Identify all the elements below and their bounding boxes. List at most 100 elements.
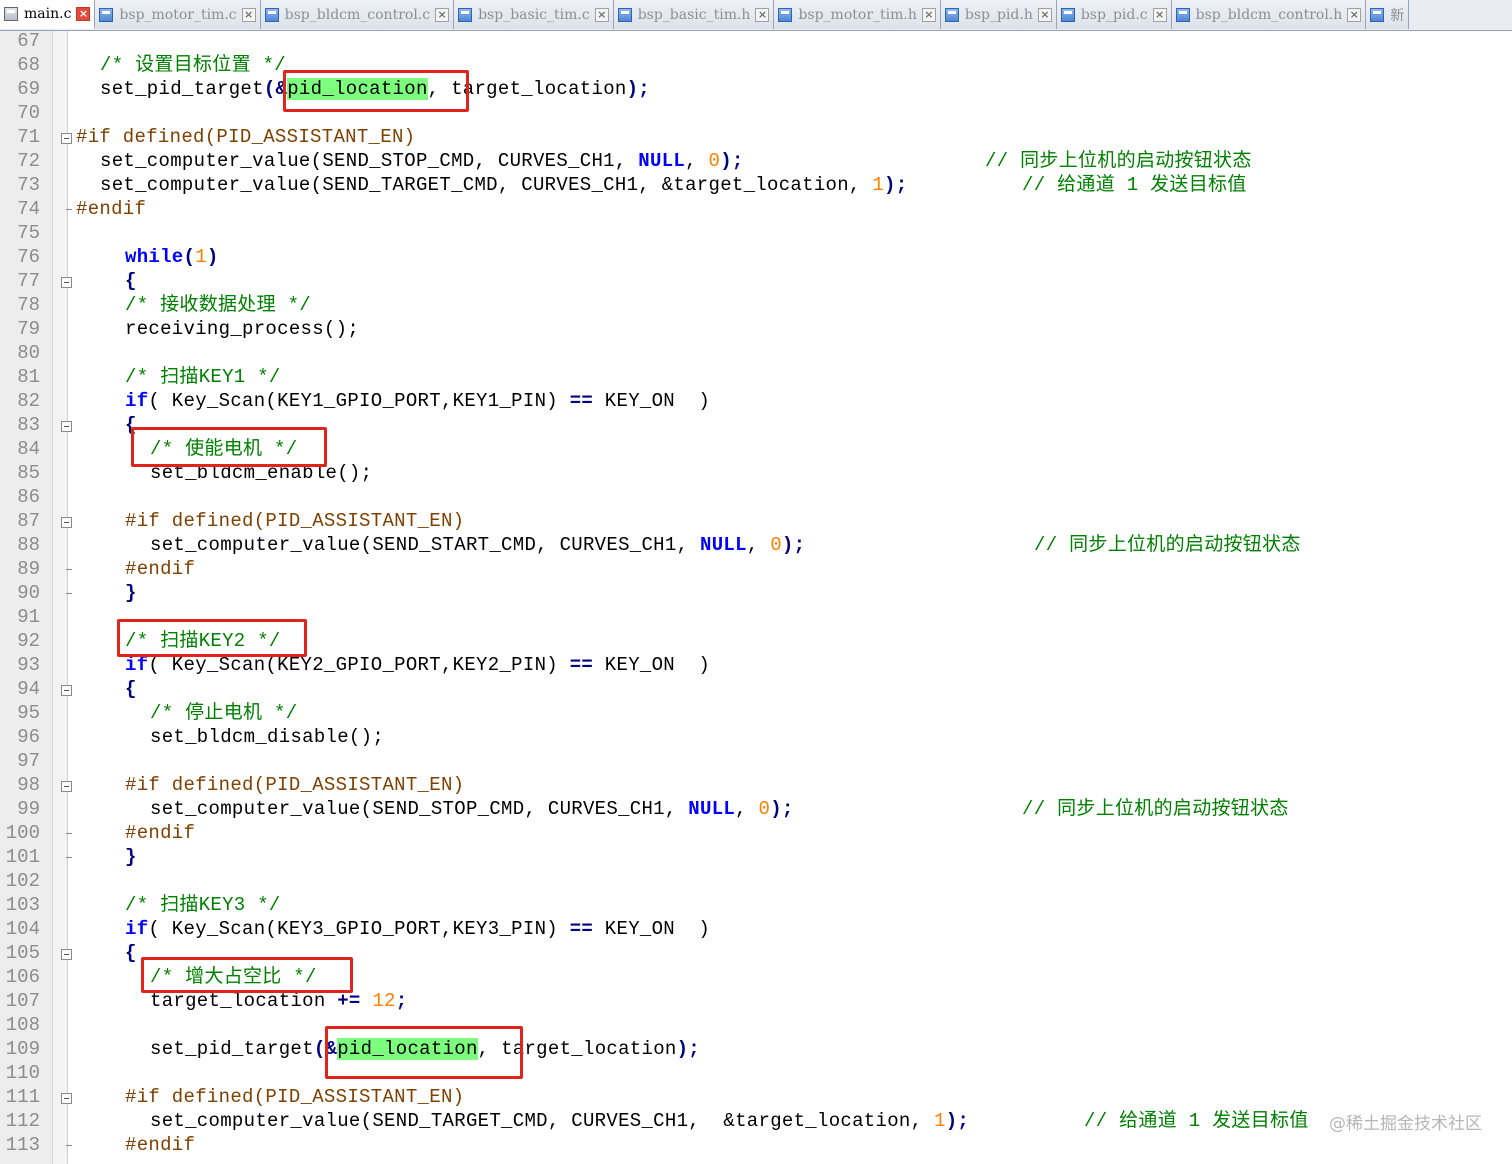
line-number: 102 (5, 870, 40, 892)
close-tab-icon[interactable]: × (755, 7, 770, 22)
line-number: 98 (17, 774, 40, 796)
annotation-box (117, 619, 307, 657)
line-number: 82 (17, 390, 40, 412)
paren: ); (626, 78, 651, 100)
file-tab[interactable]: bsp_pid.c × (1056, 0, 1172, 29)
close-tab-icon[interactable]: × (76, 7, 91, 21)
code-line-76: while(1) (125, 245, 219, 269)
line-number: 99 (17, 798, 40, 820)
function-call: set_pid_target (150, 1038, 314, 1060)
line-number: 80 (17, 342, 40, 364)
condition: ( Key_Scan(KEY3_GPIO_PORT,KEY3_PIN) (148, 918, 570, 940)
line-number: 100 (5, 822, 40, 844)
line-number: 83 (17, 414, 40, 436)
fold-toggle-icon[interactable] (61, 781, 72, 792)
line-number: 81 (17, 366, 40, 388)
number: 0 (708, 150, 721, 172)
line-number: 88 (17, 534, 40, 556)
code-line-73: set_computer_value(SEND_TARGET_CMD, CURV… (100, 173, 907, 197)
line-number: 77 (17, 270, 40, 292)
number: 1 (195, 246, 207, 268)
semicolon: ; (395, 990, 408, 1012)
code-line-90: } (125, 582, 137, 604)
line-number: 96 (17, 726, 40, 748)
line-number: 84 (17, 438, 40, 460)
code-line-100: #endif (125, 822, 196, 844)
keyword: NULL (638, 150, 686, 172)
number: 1 (872, 174, 885, 196)
code-line-101: } (125, 846, 137, 868)
file-tab-label: bsp_motor_tim.h (798, 6, 917, 23)
close-tab-icon[interactable]: × (921, 7, 936, 22)
file-tab[interactable]: bsp_bldcm_control.h × (1171, 0, 1367, 29)
paren: ); (884, 174, 908, 196)
condition: KEY_ON ) (593, 654, 711, 676)
file-tab-label: bsp_motor_tim.c (119, 6, 237, 23)
file-tab[interactable]: bsp_motor_tim.c × (95, 0, 261, 29)
file-tab[interactable]: bsp_pid.h × (940, 0, 1057, 29)
close-tab-icon[interactable]: × (1152, 7, 1167, 22)
code-editor[interactable]: 67 68 69 70 71 72 73 74 75 76 77 78 79 80 81 82 83 84 85 86… (0, 30, 1512, 1164)
fold-end-marker (66, 833, 72, 834)
file-tab-bar: main.c × bsp_motor_tim.c × bsp_bldcm_control… (0, 0, 1512, 31)
close-tab-icon[interactable]: × (1037, 7, 1052, 22)
function-call: set_computer_value(SEND_STOP_CMD, CURVES… (150, 798, 689, 820)
line-number: 67 (17, 30, 40, 52)
identifier: target_location (150, 990, 338, 1012)
file-save-icon (458, 7, 473, 22)
fold-toggle-icon[interactable] (61, 133, 72, 144)
number: 0 (758, 798, 771, 820)
fold-toggle-icon[interactable] (61, 949, 72, 960)
file-tab-label: bsp_pid.c (1080, 6, 1148, 23)
fold-toggle-icon[interactable] (61, 277, 72, 288)
line-number: 109 (5, 1038, 40, 1060)
file-tab[interactable]: bsp_bldcm_control.c × (260, 0, 455, 29)
close-tab-icon[interactable]: × (241, 7, 256, 22)
fold-toggle-icon[interactable] (61, 1093, 72, 1104)
file-tab[interactable]: 新 (1366, 0, 1410, 29)
line-number: 113 (5, 1134, 40, 1156)
file-tab[interactable]: bsp_basic_tim.h × (613, 0, 775, 29)
code-line-72: set_computer_value(SEND_STOP_CMD, CURVES… (100, 149, 744, 173)
line-number: 70 (17, 102, 40, 124)
comment: /* 设置目标位置 */ (100, 54, 287, 76)
condition: ( Key_Scan(KEY2_GPIO_PORT,KEY2_PIN) (148, 654, 570, 676)
file-tab-label: bsp_basic_tim.h (637, 6, 751, 23)
condition: KEY_ON ) (593, 390, 711, 412)
code-line-113: #endif (125, 1134, 196, 1156)
function-call: set_computer_value(SEND_START_CMD, CURVE… (150, 534, 700, 556)
separator: , (735, 798, 759, 820)
paren: ); (781, 534, 806, 556)
line-number-gutter: 67 68 69 70 71 72 73 74 75 76 77 78 79 80 81 82 83 84 85 86… (0, 30, 52, 1164)
code-line-74: #endif (76, 198, 147, 220)
fold-toggle-icon[interactable] (61, 517, 72, 528)
arguments: (SEND_TARGET_CMD, CURVES_CH1, &target_lo… (310, 174, 873, 196)
line-number: 72 (17, 150, 40, 172)
code-line-104: if( Key_Scan(KEY3_GPIO_PORT,KEY3_PIN) ==… (125, 917, 710, 941)
line-number: 107 (5, 990, 40, 1012)
close-tab-icon[interactable]: × (1347, 7, 1362, 22)
file-save-icon (264, 7, 279, 22)
function-call: set_computer_value (100, 174, 311, 196)
fold-toggle-icon[interactable] (61, 685, 72, 696)
keyword: NULL (700, 534, 747, 556)
file-tab[interactable]: main.c × (0, 0, 96, 29)
line-number: 111 (5, 1086, 40, 1108)
line-number: 79 (17, 318, 40, 340)
close-tab-icon[interactable]: × (594, 7, 609, 22)
code-line-71: #if defined(PID_ASSISTANT_EN) (76, 126, 416, 148)
line-number: 105 (5, 942, 40, 964)
line-number: 104 (5, 918, 40, 940)
separator: , (685, 150, 709, 172)
file-tab-label: main.c (24, 6, 72, 22)
number: 12 (372, 990, 396, 1012)
fold-end-marker (66, 1145, 72, 1146)
close-tab-icon[interactable]: × (435, 7, 450, 22)
code-line-95: /* 停止电机 */ (150, 702, 298, 724)
code-line-88: set_computer_value(SEND_START_CMD, CURVE… (150, 533, 805, 557)
keyword: if (125, 654, 149, 676)
fold-toggle-icon[interactable] (61, 421, 72, 432)
file-tab[interactable]: bsp_motor_tim.h × (774, 0, 941, 29)
file-tab[interactable]: bsp_basic_tim.c × (454, 0, 614, 29)
line-number: 73 (17, 174, 40, 196)
